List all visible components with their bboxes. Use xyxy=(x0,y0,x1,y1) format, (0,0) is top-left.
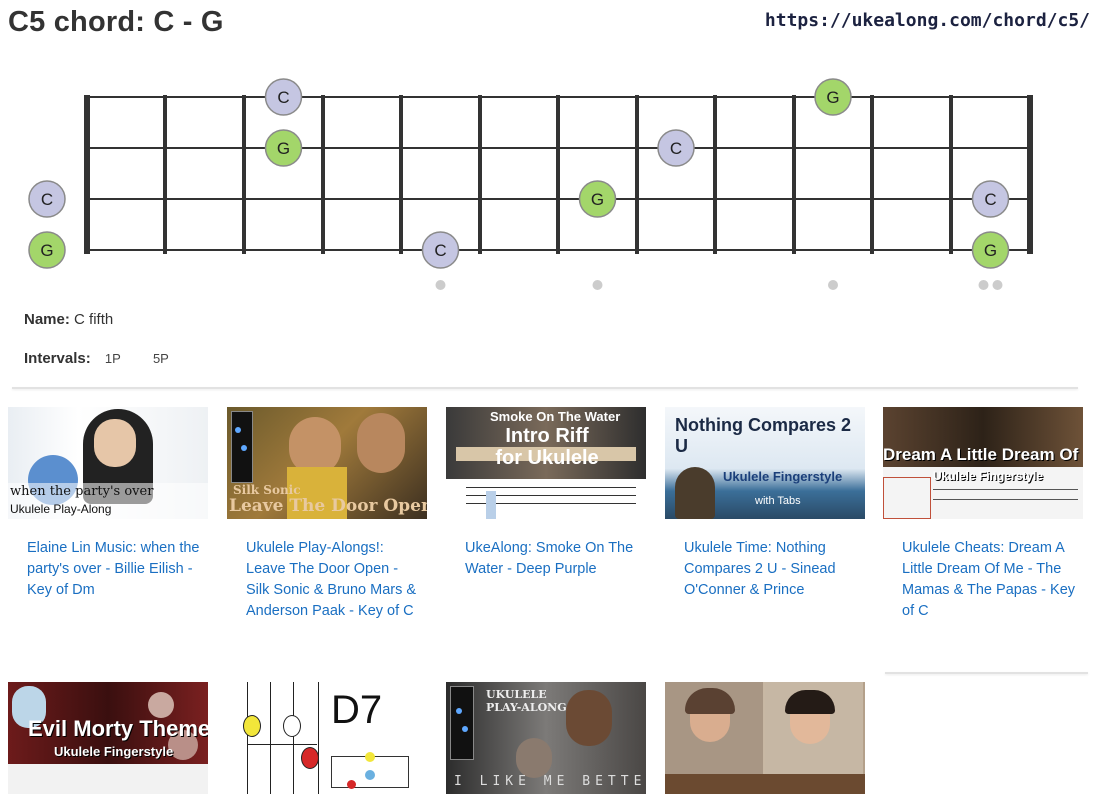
note-label: C xyxy=(277,88,289,107)
video-link[interactable]: Ukulele Time: Nothing Compares 2 U - Sin… xyxy=(665,538,865,601)
video-thumbnail[interactable]: Evil Morty Theme Ukulele Fingerstyle xyxy=(8,682,208,794)
thumbnail-subtitle: Ukulele Fingerstyle xyxy=(933,469,1044,483)
note-label: C xyxy=(984,190,996,209)
video-thumbnail[interactable] xyxy=(665,682,865,794)
video-thumbnail[interactable]: UKULELE PLAY-ALONG I LIKE ME BETTER xyxy=(446,682,646,794)
interval-root: 1P xyxy=(104,351,121,366)
chord-name-row: Name: C fifth xyxy=(24,311,113,328)
thumbnail-title: Leave The Door Open xyxy=(229,496,427,516)
thumbnail-subtitle-2: with Tabs xyxy=(755,495,801,507)
video-thumbnail[interactable]: Silk Sonic Leave The Door Open xyxy=(227,407,427,519)
note-label: G xyxy=(984,241,997,260)
video-card[interactable]: Evil Morty Theme Ukulele Fingerstyle xyxy=(8,682,208,794)
note-label: G xyxy=(591,190,604,209)
thumbnail-title: Nothing Compares 2 U xyxy=(675,415,852,456)
intervals-label: Intervals: xyxy=(24,350,91,367)
video-link[interactable]: UkeAlong: Smoke On The Water - Deep Purp… xyxy=(446,538,646,580)
note-label: C xyxy=(41,190,53,209)
video-card[interactable]: D7 xyxy=(227,682,427,794)
fret-marker xyxy=(435,280,446,290)
name-label: Name: xyxy=(24,311,70,328)
thumbnail-subtitle: Smoke On The Water xyxy=(490,409,621,424)
thumbnail-title: when the party's over xyxy=(10,484,154,499)
video-card[interactable]: Smoke On The Water Intro Riff for Ukulel… xyxy=(446,407,646,580)
thumbnail-subtitle: UKULELE PLAY-ALONG xyxy=(486,688,567,714)
video-link[interactable]: Ukulele Cheats: Dream A Little Dream Of … xyxy=(883,538,1083,622)
fretboard-diagram: C G C G C G C G C G xyxy=(28,78,1033,290)
page-title: C5 chord: C - G xyxy=(8,6,224,38)
intervals-row: Intervals: 1P 5P xyxy=(24,350,187,367)
thumbnail-subtitle: Silk Sonic xyxy=(233,483,301,497)
page-url[interactable]: https://ukealong.com/chord/c5/ xyxy=(765,10,1090,31)
video-thumbnail[interactable]: D7 xyxy=(227,682,427,794)
note-label: G xyxy=(40,241,53,260)
note-label: G xyxy=(277,139,290,158)
thumbnail-title: D7 xyxy=(331,688,383,732)
thumbnail-title: I LIKE ME BETTER xyxy=(454,774,646,789)
video-thumbnail[interactable]: Nothing Compares 2 U Ukulele Fingerstyle… xyxy=(665,407,865,519)
video-card[interactable]: Dream A Little Dream Of Me Ukulele Finge… xyxy=(883,407,1083,622)
name-value: C fifth xyxy=(74,311,114,328)
video-card[interactable]: Silk Sonic Leave The Door Open Ukulele P… xyxy=(227,407,427,622)
thumbnail-title: Intro Riff for Ukulele xyxy=(495,425,599,469)
section-divider xyxy=(885,672,1088,674)
thumbnail-subtitle: Ukulele Play-Along xyxy=(10,502,112,516)
fret-marker xyxy=(992,280,1003,290)
fret-marker xyxy=(978,280,989,290)
video-card[interactable]: when the party's over Ukulele Play-Along… xyxy=(8,407,208,601)
fret-marker xyxy=(592,280,603,290)
video-link[interactable]: Ukulele Play-Alongs!: Leave The Door Ope… xyxy=(227,538,427,622)
thumbnail-title: Evil Morty Theme xyxy=(28,716,208,741)
video-card[interactable] xyxy=(665,682,865,794)
video-thumbnail[interactable]: when the party's over Ukulele Play-Along xyxy=(8,407,208,519)
video-card[interactable]: UKULELE PLAY-ALONG I LIKE ME BETTER xyxy=(446,682,646,794)
video-thumbnail[interactable]: Dream A Little Dream Of Me Ukulele Finge… xyxy=(883,407,1083,519)
note-label: C xyxy=(434,241,446,260)
note-label: G xyxy=(826,88,839,107)
section-divider xyxy=(12,387,1078,389)
video-card[interactable]: Nothing Compares 2 U Ukulele Fingerstyle… xyxy=(665,407,865,601)
fret-marker xyxy=(828,280,838,290)
video-thumbnail[interactable]: Smoke On The Water Intro Riff for Ukulel… xyxy=(446,407,646,519)
thumbnail-subtitle: Ukulele Fingerstyle xyxy=(54,744,174,759)
interval-fifth: 5P xyxy=(152,351,169,366)
thumbnail-title: Dream A Little Dream Of Me xyxy=(883,445,1083,464)
video-link[interactable]: Elaine Lin Music: when the party's over … xyxy=(8,538,208,601)
note-label: C xyxy=(670,139,682,158)
thumbnail-subtitle: Ukulele Fingerstyle xyxy=(723,469,843,484)
